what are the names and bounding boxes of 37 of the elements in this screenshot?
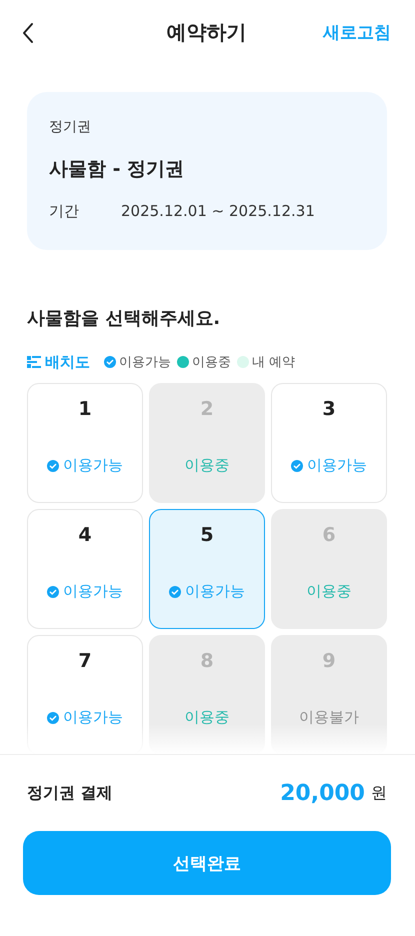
page-title: 예약하기 bbox=[166, 19, 246, 46]
locker-status: 이용가능 bbox=[63, 582, 123, 601]
locker-status: 이용중 bbox=[184, 708, 230, 727]
check-icon bbox=[47, 460, 59, 472]
locker-status: 이용가능 bbox=[63, 456, 123, 475]
locker-status: 이용중 bbox=[184, 456, 230, 475]
legend-label: 이용가능 bbox=[119, 354, 171, 371]
locker-status: 이용가능 bbox=[307, 456, 367, 475]
locker-tile[interactable]: 3 이용가능 bbox=[271, 383, 387, 503]
legend-label: 내 예약 bbox=[252, 354, 296, 371]
legend-label: 이용중 bbox=[192, 354, 231, 371]
check-icon bbox=[169, 586, 181, 598]
back-icon[interactable] bbox=[22, 22, 34, 44]
locker-number: 5 bbox=[200, 524, 214, 546]
locker-status: 이용중 bbox=[306, 582, 352, 601]
locker-number: 3 bbox=[322, 398, 336, 420]
period-value: 2025.12.01 ~ 2025.12.31 bbox=[121, 202, 315, 221]
pass-name: 사물함 - 정기권 bbox=[49, 157, 186, 182]
check-icon bbox=[47, 712, 59, 724]
pass-category: 정기권 bbox=[49, 118, 92, 136]
locker-status: 이용가능 bbox=[185, 582, 245, 601]
check-icon bbox=[291, 460, 303, 472]
locker-tile[interactable]: 4 이용가능 bbox=[27, 509, 143, 629]
locker-status: 이용가능 bbox=[63, 708, 123, 727]
currency-unit: 원 bbox=[371, 782, 387, 804]
payment-label: 정기권 결제 bbox=[27, 782, 113, 804]
section-title: 사물함을 선택해주세요. bbox=[27, 307, 222, 330]
check-icon bbox=[47, 586, 59, 598]
locker-number: 4 bbox=[78, 524, 92, 546]
locker-number: 7 bbox=[78, 650, 92, 672]
locker-status: 이용불가 bbox=[299, 708, 359, 727]
locker-tile[interactable]: 1 이용가능 bbox=[27, 383, 143, 503]
locker-tile[interactable]: 5 이용가능 bbox=[149, 509, 265, 629]
period-label: 기간 bbox=[49, 202, 80, 221]
locker-number: 1 bbox=[78, 398, 92, 420]
layout-icon bbox=[27, 356, 41, 368]
payment-amount: 20,000 bbox=[280, 780, 365, 806]
